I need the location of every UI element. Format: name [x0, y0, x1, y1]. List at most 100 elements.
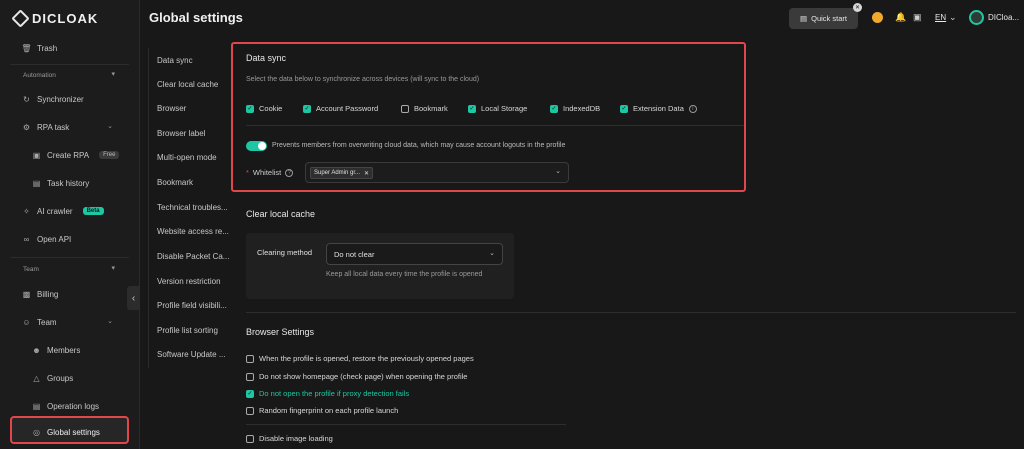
chevron-down-icon[interactable]: ▾: [111, 264, 115, 272]
chevron-down-icon[interactable]: ▾: [111, 70, 115, 78]
checkbox-label: Random fingerprint on each profile launc…: [259, 406, 399, 415]
settings-nav-item[interactable]: Clear local cache: [157, 80, 232, 89]
checkbox-icon: ✓: [620, 104, 628, 113]
sidebar-item-label: AI crawler: [37, 206, 73, 216]
settings-nav-item[interactable]: Disable Packet Ca...: [157, 252, 232, 261]
checkbox-label: Local Storage: [481, 104, 528, 113]
browser-setting-checkbox[interactable]: When the profile is opened, restore the …: [246, 354, 474, 363]
ai-crawler-icon: ✧: [23, 206, 30, 216]
sidebar-item-label: Open API: [37, 234, 72, 244]
beta-badge: Beta: [82, 207, 104, 215]
sidebar-item-label: RPA task: [37, 122, 70, 132]
checkbox-icon: [246, 434, 254, 443]
sidebar-collapse-button[interactable]: ‹: [127, 286, 140, 310]
settings-nav-item[interactable]: Software Update ...: [157, 350, 232, 359]
free-badge: Free: [99, 151, 120, 159]
sidebar-item-billing[interactable]: ▩ Billing: [22, 287, 59, 301]
checkbox-icon: ✓: [246, 104, 254, 113]
checkbox-label: Bookmark: [414, 104, 448, 113]
language-selector[interactable]: EN: [935, 13, 946, 22]
groups-icon: △: [33, 373, 40, 383]
checkbox-cookie[interactable]: ✓ Cookie: [246, 104, 282, 113]
sidebar-item-synchronizer[interactable]: ↻ Synchronizer: [22, 92, 84, 106]
sidebar-item-open-api[interactable]: ∞ Open API: [22, 232, 72, 246]
checkbox-icon: ✓: [468, 104, 476, 113]
settings-nav-item[interactable]: Website access re...: [157, 227, 232, 236]
sidebar-item-members[interactable]: ☻ Members: [32, 343, 80, 357]
sidebar-item-label: Task history: [47, 178, 90, 188]
clearing-method-select[interactable]: Do not clear ⌄: [326, 243, 503, 265]
checkbox-bookmark[interactable]: Bookmark: [401, 104, 448, 113]
settings-nav-item[interactable]: Bookmark: [157, 178, 232, 187]
logo-mark-icon: [11, 8, 30, 28]
sidebar-item-operation-logs[interactable]: ▤ Operation logs: [32, 399, 99, 413]
checkbox-icon: ✓: [246, 389, 254, 398]
info-icon[interactable]: i: [688, 104, 697, 113]
book-icon[interactable]: ▣: [913, 12, 922, 23]
chevron-down-icon[interactable]: ⌄: [555, 167, 561, 175]
sidebar-item-trash[interactable]: 🗑 Trash: [21, 41, 57, 55]
chevron-down-icon[interactable]: ⌄: [489, 249, 495, 257]
bell-icon[interactable]: 🔔: [895, 12, 906, 23]
sidebar-item-label: Synchronizer: [37, 94, 84, 104]
help-icon[interactable]: ?: [285, 168, 294, 177]
close-icon[interactable]: ✕: [364, 170, 369, 177]
user-name[interactable]: DICloa...: [988, 13, 1019, 22]
settings-icon: ◎: [33, 427, 40, 437]
checkbox-label: Cookie: [259, 104, 283, 113]
chevron-down-icon[interactable]: ⌄: [107, 122, 113, 130]
sidebar-item-label: Team: [37, 317, 57, 327]
checkbox-indexeddb[interactable]: ✓ IndexedDB: [550, 104, 600, 113]
page-title: Global settings: [149, 10, 243, 25]
browser-setting-checkbox[interactable]: Disable image loading: [246, 434, 333, 443]
section-divider: [246, 312, 1016, 313]
settings-nav-item[interactable]: Browser: [157, 104, 232, 113]
logo[interactable]: DICLOAK: [11, 8, 98, 28]
browser-setting-checkbox[interactable]: Do not show homepage (check page) when o…: [246, 372, 467, 381]
sidebar-item-create-rpa[interactable]: ▣ Create RPA Free: [32, 148, 120, 162]
checkbox-label: Account Password: [316, 104, 379, 113]
section-divider: [246, 424, 566, 425]
browser-setting-checkbox[interactable]: ✓ Do not open the profile if proxy detect…: [246, 389, 409, 398]
sync-icon: ↻: [23, 94, 30, 104]
sidebar-section-automation: Automation: [23, 72, 56, 79]
sidebar-item-task-history[interactable]: ▤ Task history: [32, 176, 90, 190]
overwrite-protection-toggle[interactable]: [246, 141, 267, 151]
checkbox-label: IndexedDB: [563, 104, 601, 113]
chevron-down-icon[interactable]: ⌄: [107, 317, 113, 325]
browser-setting-checkbox[interactable]: Random fingerprint on each profile launc…: [246, 406, 398, 415]
settings-nav-item[interactable]: Version restriction: [157, 277, 232, 286]
sidebar: DICLOAK 🗑 Trash Automation ▾ ↻ Synchroni…: [0, 0, 140, 449]
settings-nav-item[interactable]: Technical troubles...: [157, 203, 232, 212]
settings-nav-item[interactable]: Data sync: [157, 56, 232, 65]
checkbox-extension-data[interactable]: ✓ Extension Data i: [620, 104, 697, 113]
settings-nav-item[interactable]: Profile field visibili...: [157, 301, 232, 310]
checkbox-label: When the profile is opened, restore the …: [259, 354, 474, 363]
coin-icon[interactable]: [872, 12, 883, 23]
checkbox-account-password[interactable]: ✓ Account Password: [303, 104, 378, 113]
avatar[interactable]: [969, 10, 984, 25]
settings-nav-item[interactable]: Browser label: [157, 129, 232, 138]
checkbox-icon: [246, 406, 254, 415]
quick-start-icon: ▤: [800, 14, 808, 23]
logs-icon: ▤: [32, 401, 41, 411]
settings-nav-item[interactable]: Multi-open mode: [157, 153, 232, 162]
sidebar-divider: [10, 64, 129, 65]
sidebar-item-rpa-task[interactable]: ⚙ RPA task: [22, 120, 69, 134]
data-sync-description: Select the data below to synchronize acr…: [246, 76, 480, 83]
clear-cache-card: Clearing method Do not clear ⌄ Keep all …: [246, 233, 514, 299]
close-icon[interactable]: ✕: [853, 3, 862, 12]
robot-icon: ⚙: [22, 122, 31, 132]
chevron-down-icon[interactable]: ⌄: [949, 12, 957, 23]
clear-cache-title: Clear local cache: [246, 209, 316, 219]
settings-nav-item[interactable]: Profile list sorting: [157, 326, 232, 335]
sidebar-item-team[interactable]: ☺ Team: [22, 315, 57, 329]
sidebar-item-groups[interactable]: △ Groups: [32, 371, 73, 385]
quick-start-button[interactable]: ▤ Quick start: [789, 8, 858, 29]
sidebar-item-global-settings[interactable]: ◎ Global settings: [32, 425, 100, 439]
billing-icon: ▩: [22, 289, 31, 299]
checkbox-local-storage[interactable]: ✓ Local Storage: [468, 104, 527, 113]
whitelist-select[interactable]: Super Admin gr... ✕ ⌄: [305, 162, 569, 183]
whitelist-label: Whitelist: [252, 168, 282, 177]
sidebar-item-ai-crawler[interactable]: ✧ AI crawler Beta: [22, 204, 104, 218]
